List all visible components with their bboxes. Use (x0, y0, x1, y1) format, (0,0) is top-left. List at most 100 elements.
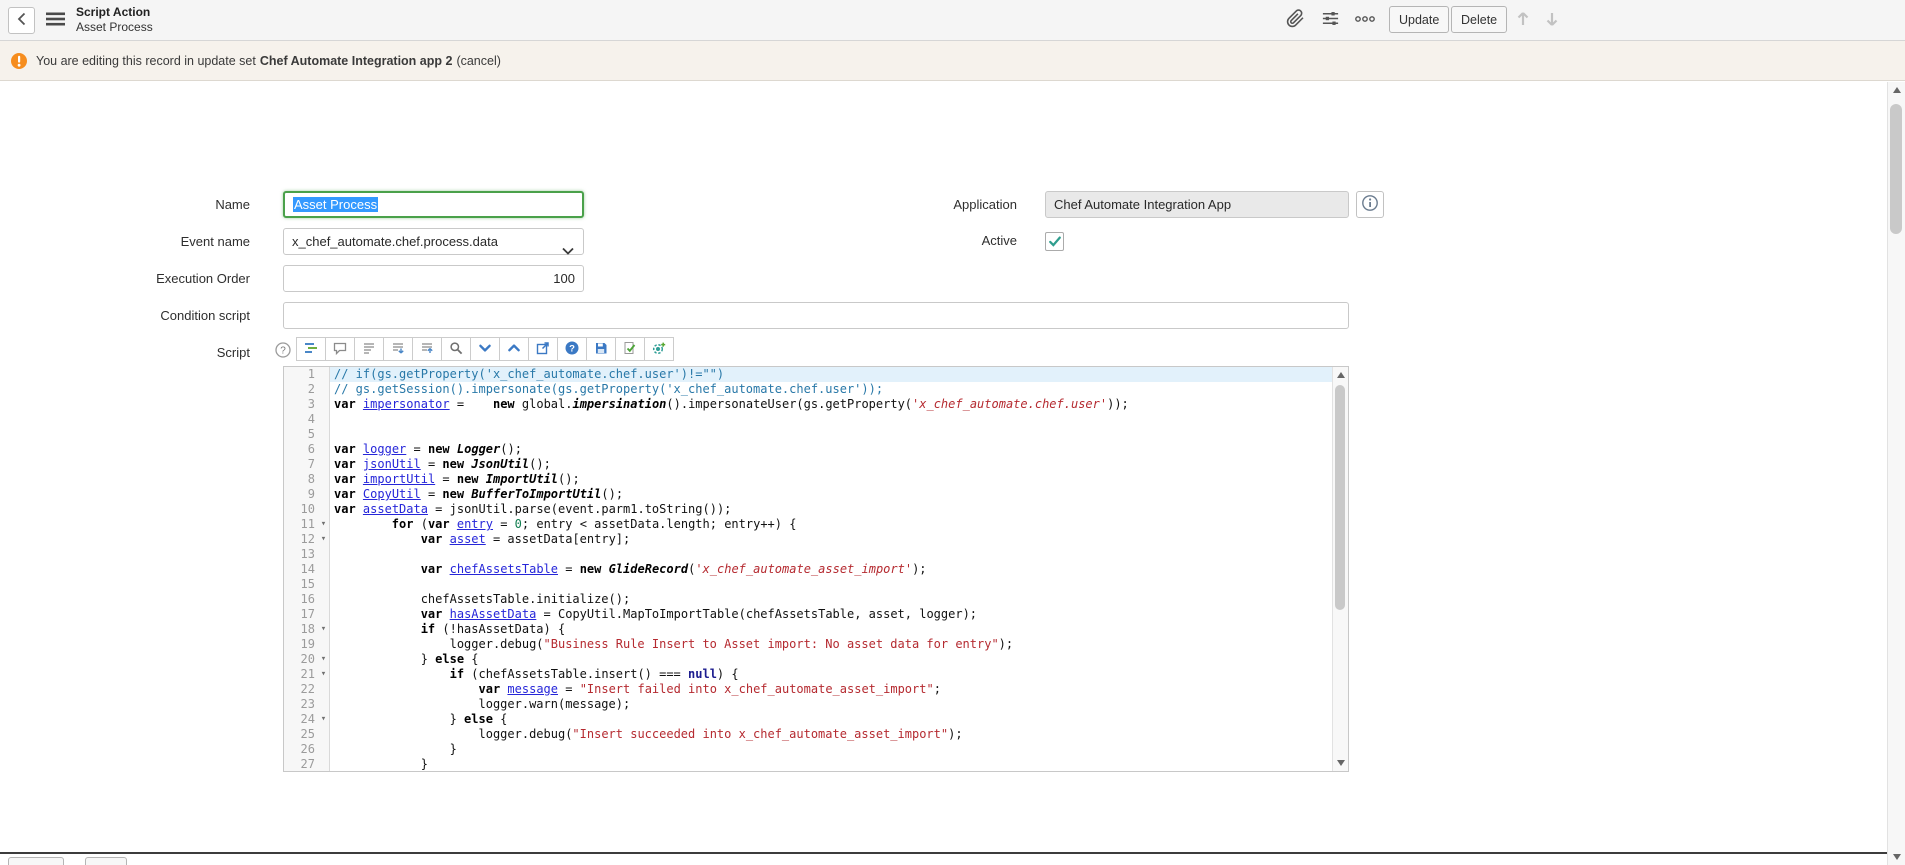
code-line-27[interactable]: 27 } (284, 757, 1333, 771)
open-fullscreen-icon (535, 340, 551, 359)
line-number: 11 (284, 517, 318, 532)
name-input[interactable]: Asset Process (283, 191, 584, 218)
editor-scrollbar[interactable] (1332, 367, 1348, 771)
editor-scroll-up-icon[interactable] (1337, 372, 1345, 378)
code-line-1[interactable]: 1// if(gs.getProperty('x_chef_automate.c… (284, 367, 1333, 382)
execution-order-input[interactable]: 100 (283, 265, 584, 292)
fold-toggle-icon[interactable]: ▾ (318, 712, 329, 727)
format-code-button[interactable] (296, 337, 326, 361)
cancel-link[interactable]: (cancel) (456, 54, 500, 68)
back-chevron-icon (15, 11, 29, 30)
info-icon (1361, 194, 1379, 215)
code-line-26[interactable]: 26 } (284, 742, 1333, 757)
active-checkbox[interactable] (1045, 232, 1064, 251)
field-help-icon[interactable]: ? (275, 342, 291, 358)
page-scrollbar[interactable] (1887, 82, 1905, 865)
code-line-23[interactable]: 23 logger.warn(message); (284, 697, 1333, 712)
arrow-up-icon (1513, 9, 1533, 32)
uncomment-lines-button[interactable] (412, 337, 442, 361)
code-line-12[interactable]: 12▾ var asset = assetData[entry]; (284, 532, 1333, 547)
previous-record-button[interactable] (1512, 9, 1534, 31)
toggle-comment-button[interactable] (325, 337, 355, 361)
line-number: 20 (284, 652, 318, 667)
code-line-17[interactable]: 17 var hasAssetData = CopyUtil.MapToImpo… (284, 607, 1333, 622)
bottom-delete-button[interactable] (85, 857, 127, 865)
gutter: 22 (284, 682, 330, 697)
code-line-4[interactable]: 4 (284, 412, 1333, 427)
script-editor[interactable]: 1// if(gs.getProperty('x_chef_automate.c… (283, 366, 1349, 772)
application-field: Chef Automate Integration App (1045, 191, 1349, 218)
code-line-18[interactable]: 18▾ if (!hasAssetData) { (284, 622, 1333, 637)
page-scrollbar-thumb[interactable] (1890, 104, 1902, 234)
personalize-form-button[interactable] (1318, 8, 1342, 32)
gutter: 5 (284, 427, 330, 442)
code-line-10[interactable]: 10var assetData = jsonUtil.parse(event.p… (284, 502, 1333, 517)
attachment-button[interactable] (1283, 8, 1307, 32)
code-line-25[interactable]: 25 logger.debug("Insert succeeded into x… (284, 727, 1333, 742)
fold-toggle-icon[interactable]: ▾ (318, 652, 329, 667)
form-context-menu-button[interactable] (44, 10, 66, 30)
find-previous-button[interactable] (499, 337, 529, 361)
code-line-3[interactable]: 3var impersonator = new global.impersina… (284, 397, 1333, 412)
more-actions-icon (1354, 12, 1376, 29)
code-line-9[interactable]: 9var CopyUtil = new BufferToImportUtil()… (284, 487, 1333, 502)
code-line-5[interactable]: 5 (284, 427, 1333, 442)
event-name-label: Event name (0, 228, 250, 255)
record-title-block: Script Action Asset Process (76, 5, 153, 35)
save-script-button[interactable] (586, 337, 616, 361)
fold-toggle-icon[interactable]: ▾ (318, 667, 329, 682)
update-button[interactable]: Update (1389, 6, 1449, 33)
fold-toggle-icon[interactable]: ▾ (318, 517, 329, 532)
code-line-7[interactable]: 7var jsonUtil = new JsonUtil(); (284, 457, 1333, 472)
update-set-notice: You are editing this record in update se… (0, 41, 1905, 81)
code-line-2[interactable]: 2// gs.getSession().impersonate(gs.getPr… (284, 382, 1333, 397)
fold-toggle-icon[interactable]: ▾ (318, 622, 329, 637)
code-line-15[interactable]: 15 (284, 577, 1333, 592)
editor-toolbar: ? (296, 337, 674, 361)
gutter: 2 (284, 382, 330, 397)
gutter: 24▾ (284, 712, 330, 727)
line-number: 16 (284, 592, 318, 607)
attachment-icon (1286, 9, 1305, 31)
application-info-button[interactable] (1356, 191, 1384, 218)
form-body: Name Asset Process Event name x_chef_aut… (0, 81, 1888, 865)
hamburger-icon (45, 10, 66, 31)
toggle-comment-icon (332, 340, 348, 359)
code-line-13[interactable]: 13 (284, 547, 1333, 562)
editor-scrollbar-thumb[interactable] (1335, 385, 1345, 610)
code-line-21[interactable]: 21▾ if (chefAssetsTable.insert() === nul… (284, 667, 1333, 682)
editor-help-button[interactable]: ? (557, 337, 587, 361)
code-line-22[interactable]: 22 var message = "Insert failed into x_c… (284, 682, 1333, 697)
warning-icon (10, 52, 28, 70)
delete-button[interactable]: Delete (1451, 6, 1507, 33)
code-line-11[interactable]: 11▾ for (var entry = 0; entry < assetDat… (284, 517, 1333, 532)
code-line-6[interactable]: 6var logger = new Logger(); (284, 442, 1333, 457)
find-next-button[interactable] (470, 337, 500, 361)
line-number: 26 (284, 742, 318, 757)
code-line-24[interactable]: 24▾ } else { (284, 712, 1333, 727)
next-record-button[interactable] (1541, 9, 1563, 31)
code-line-14[interactable]: 14 var chefAssetsTable = new GlideRecord… (284, 562, 1333, 577)
code-line-19[interactable]: 19 logger.debug("Business Rule Insert to… (284, 637, 1333, 652)
bottom-update-button[interactable] (8, 857, 64, 865)
search-button[interactable] (441, 337, 471, 361)
open-fullscreen-button[interactable] (528, 337, 558, 361)
fold-toggle-icon[interactable]: ▾ (318, 532, 329, 547)
code-line-16[interactable]: 16 chefAssetsTable.initialize(); (284, 592, 1333, 607)
editor-preferences-button[interactable] (644, 337, 674, 361)
page-scroll-down-icon[interactable] (1893, 854, 1901, 860)
application-label: Application (817, 191, 1017, 218)
page-scroll-up-icon[interactable] (1893, 87, 1901, 93)
document-format-button[interactable] (354, 337, 384, 361)
back-button[interactable] (8, 7, 35, 34)
syntax-check-button[interactable] (615, 337, 645, 361)
find-next-icon (477, 340, 493, 359)
code-line-20[interactable]: 20▾ } else { (284, 652, 1333, 667)
editor-preferences-icon (651, 340, 667, 359)
more-actions-button[interactable] (1353, 8, 1377, 32)
condition-script-input[interactable] (283, 302, 1349, 329)
comment-lines-button[interactable] (383, 337, 413, 361)
editor-scroll-down-icon[interactable] (1337, 760, 1345, 766)
event-name-select[interactable]: x_chef_automate.chef.process.data (283, 228, 584, 255)
code-line-8[interactable]: 8var importUtil = new ImportUtil(); (284, 472, 1333, 487)
